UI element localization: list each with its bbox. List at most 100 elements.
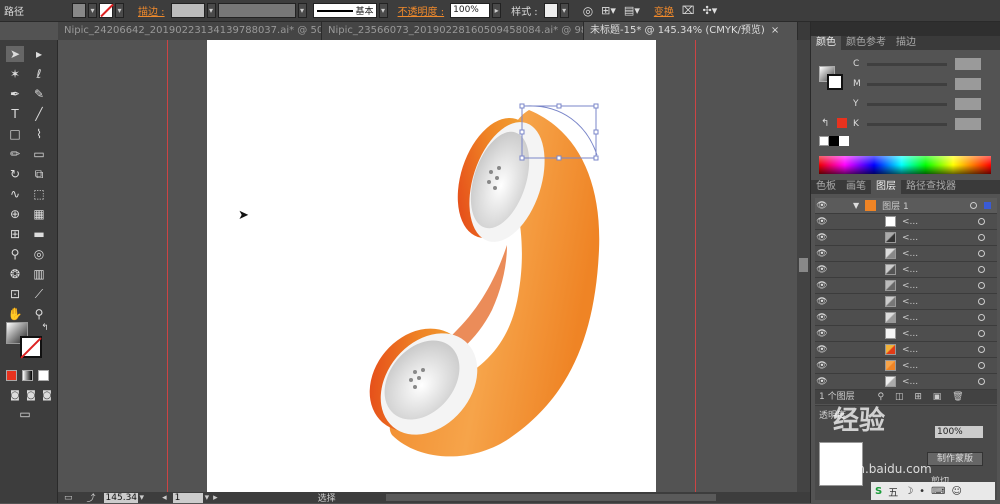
sublayer-name[interactable]: <... <box>902 361 918 371</box>
target-icon[interactable] <box>978 298 985 305</box>
shape-builder-icon[interactable]: ⊕ <box>6 206 24 222</box>
brush-dropdown[interactable]: ▾ <box>378 3 388 18</box>
sublayer-name[interactable]: <... <box>902 217 918 227</box>
visibility-icon[interactable]: 👁 <box>815 265 829 275</box>
align-icon[interactable]: ⊞▾ <box>597 4 620 17</box>
curvature-tool-icon[interactable]: ✎ <box>30 86 48 102</box>
export-icon[interactable]: ⤴ <box>87 491 96 504</box>
sublayer-row[interactable]: 👁 <... <box>815 342 997 358</box>
page-input[interactable]: 1 <box>172 492 203 503</box>
stroke-weight-dropdown[interactable]: ▾ <box>206 3 216 18</box>
none-swatch[interactable] <box>819 136 829 146</box>
sublayer-name[interactable]: <... <box>902 297 918 307</box>
variable-width-profile[interactable] <box>217 3 296 18</box>
graphic-style-swatch[interactable] <box>543 3 558 18</box>
tab-stroke[interactable]: 描边 <box>891 36 921 50</box>
stroke-weight-input[interactable] <box>170 3 205 18</box>
channel-m-input[interactable] <box>955 78 981 90</box>
sublayer-name[interactable]: <... <box>902 345 918 355</box>
line-tool-icon[interactable]: ╱ <box>30 106 48 122</box>
blend-tool-icon[interactable]: ◎ <box>30 246 48 262</box>
next-page-icon[interactable]: ▸ <box>213 493 218 503</box>
layer-name[interactable]: 图层 1 <box>882 199 909 212</box>
target-icon[interactable] <box>970 202 977 209</box>
gamut-swatch[interactable] <box>837 118 847 128</box>
sublayer-name[interactable]: <... <box>902 233 918 243</box>
color-stroke-icon[interactable] <box>827 74 843 90</box>
target-icon[interactable] <box>978 266 985 273</box>
tab-brushes[interactable]: 画笔 <box>841 180 871 194</box>
visibility-icon[interactable]: 👁 <box>815 201 829 211</box>
clipping-mask-icon[interactable]: ◫ <box>895 392 904 402</box>
stroke-label[interactable]: 描边 : <box>134 3 169 18</box>
gradient-mode-icon[interactable] <box>22 370 33 381</box>
isolate-icon[interactable]: ⌧ <box>678 4 699 17</box>
target-icon[interactable] <box>978 330 985 337</box>
hand-tool-icon[interactable]: ✋ <box>6 306 24 322</box>
column-graph-icon[interactable]: ▥ <box>30 266 48 282</box>
lasso-icon[interactable]: ℓ <box>30 66 48 82</box>
scale-tool-icon[interactable]: ⧉ <box>30 166 48 182</box>
rectangle-tool-icon[interactable]: □ <box>6 126 24 142</box>
expand-icon[interactable]: ▼ <box>853 201 859 210</box>
stroke-swatch[interactable] <box>99 3 114 18</box>
ime-toolbar[interactable]: S 五 ☽ • ⌨ ☺ <box>871 482 995 500</box>
prev-page-icon[interactable]: ◂ <box>162 493 167 503</box>
profile-dropdown[interactable]: ▾ <box>297 3 307 18</box>
free-transform-icon[interactable]: ⬚ <box>30 186 48 202</box>
zoom-input[interactable]: 145.34 <box>103 492 138 503</box>
swap-colors-icon[interactable]: ↰ <box>36 320 54 336</box>
warp-tool-icon[interactable]: ∿ <box>6 186 24 202</box>
tab-document-2[interactable]: Nipic_23566073_20190228160509458084.ai* … <box>322 22 584 40</box>
selected-art-indicator[interactable] <box>984 202 991 209</box>
out-of-gamut-icon[interactable]: ↰ <box>821 118 829 129</box>
channel-y-input[interactable] <box>955 98 981 110</box>
paintbrush-icon[interactable]: ⌇ <box>30 126 48 142</box>
perspective-grid-icon[interactable]: ▦ <box>30 206 48 222</box>
sublayer-row[interactable]: 👁 <... <box>815 214 997 230</box>
sublayer-row[interactable]: 👁 <... <box>815 262 997 278</box>
sublayer-name[interactable]: <... <box>902 329 918 339</box>
layer-row[interactable]: 👁 ▼ 图层 1 <box>815 198 997 214</box>
tab-document-3[interactable]: 未标题-15* @ 145.34% (CMYK/预览) × <box>584 22 798 40</box>
direct-selection-tool-icon[interactable]: ▸ <box>30 46 48 62</box>
distribute-icon[interactable]: ▤▾ <box>620 4 644 17</box>
sublayer-row[interactable]: 👁 <... <box>815 310 997 326</box>
channel-c-slider[interactable] <box>867 62 947 66</box>
symbol-sprayer-icon[interactable]: ❂ <box>6 266 24 282</box>
sublayer-name[interactable]: <... <box>902 249 918 259</box>
draw-inside-icon[interactable]: ◙ <box>38 388 56 404</box>
black-swatch[interactable] <box>829 136 839 146</box>
artboard-tool-icon[interactable]: ⊡ <box>6 286 24 302</box>
color-spectrum[interactable] <box>819 156 991 174</box>
brush-definition[interactable]: 基本 <box>312 3 377 18</box>
close-icon[interactable]: × <box>771 25 779 36</box>
page-dropdown[interactable]: ▾ <box>205 493 210 503</box>
rotate-tool-icon[interactable]: ↻ <box>6 166 24 182</box>
visibility-icon[interactable]: 👁 <box>815 217 829 227</box>
color-mode-icon[interactable] <box>6 370 17 381</box>
ime-keyboard-icon[interactable]: ⌨ <box>931 486 945 497</box>
recolor-icon[interactable]: ◎ <box>579 4 597 18</box>
target-icon[interactable] <box>978 282 985 289</box>
visibility-icon[interactable]: 👁 <box>815 249 829 259</box>
sublayer-row[interactable]: 👁 <... <box>815 230 997 246</box>
selection-tool-icon[interactable]: ➤ <box>6 46 24 62</box>
fill-swatch[interactable] <box>72 3 86 18</box>
artboard[interactable] <box>207 40 656 492</box>
stroke-color-icon[interactable] <box>20 336 42 359</box>
make-mask-button[interactable]: 制作蒙版 <box>927 452 983 466</box>
delete-layer-icon[interactable]: 🗑 <box>952 392 963 402</box>
visibility-icon[interactable]: 👁 <box>815 329 829 339</box>
new-layer-icon[interactable]: ▣ <box>933 392 942 402</box>
opacity-label[interactable]: 不透明度 : <box>394 3 449 18</box>
tab-pathfinder[interactable]: 路径查找器 <box>901 180 961 194</box>
telephone-handset-artwork[interactable] <box>207 40 656 492</box>
pencil-icon[interactable]: ✏ <box>6 146 24 162</box>
zoom-dropdown[interactable]: ▾ <box>140 493 145 503</box>
target-icon[interactable] <box>978 378 985 385</box>
fill-dropdown[interactable]: ▾ <box>88 3 97 18</box>
tab-color[interactable]: 颜色 <box>811 36 841 50</box>
target-icon[interactable] <box>978 234 985 241</box>
visibility-icon[interactable]: 👁 <box>815 297 829 307</box>
